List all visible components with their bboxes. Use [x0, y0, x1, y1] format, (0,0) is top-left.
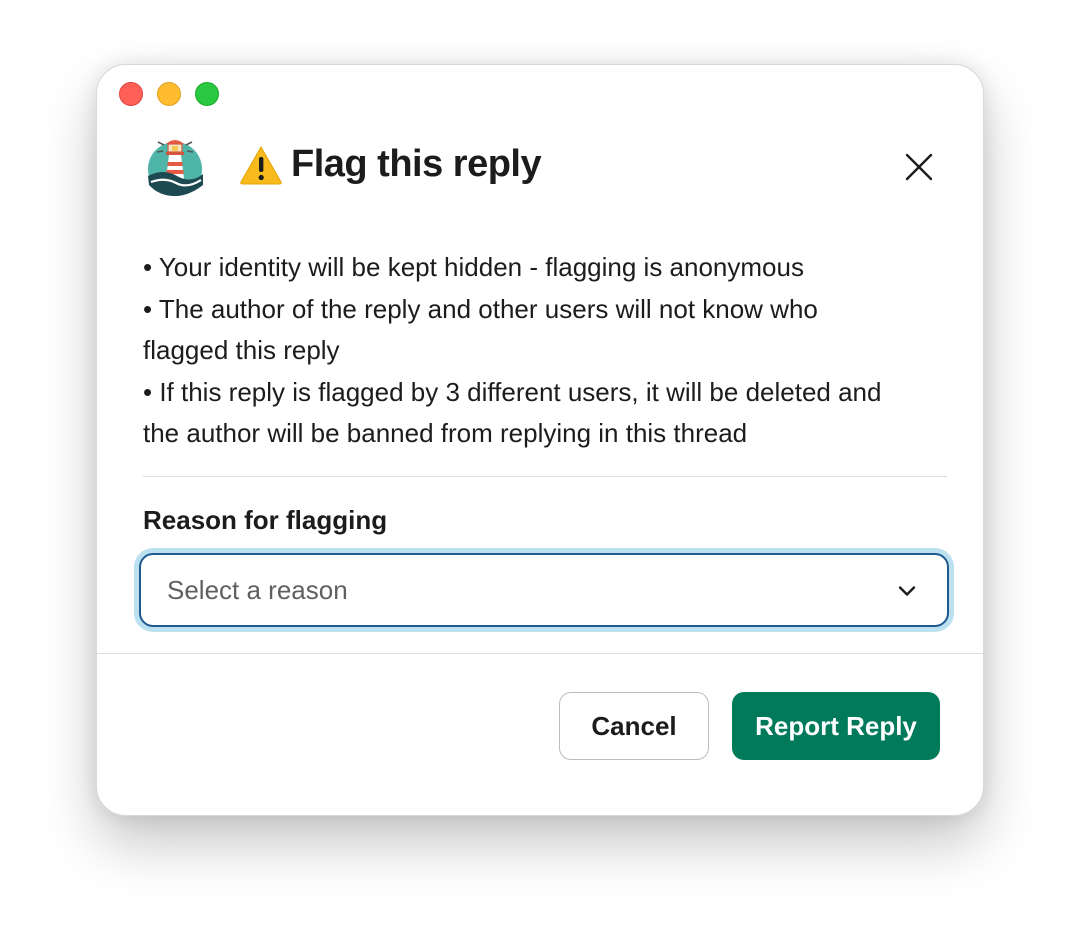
info-line: • If this reply is flagged by 3 differen… [143, 376, 882, 407]
info-line: • The author of the reply and other user… [143, 293, 818, 324]
dialog-close-button[interactable] [899, 147, 939, 187]
window-zoom-button[interactable] [195, 82, 219, 106]
window-minimize-button[interactable] [157, 82, 181, 106]
info-line: the author will be banned from replying … [143, 418, 748, 448]
info-line: flagged this reply [143, 335, 340, 365]
reason-select[interactable]: Select a reason [139, 553, 949, 627]
reason-select-placeholder: Select a reason [167, 575, 348, 605]
reason-label: Reason for flagging [143, 505, 388, 535]
lighthouse-logo-icon [148, 140, 203, 196]
flag-reply-dialog: Flag this reply • Your identity will be … [96, 64, 984, 816]
desktop-background: Flag this reply • Your identity will be … [0, 0, 1080, 943]
title-row: Flag this reply [239, 143, 542, 186]
dialog-header: Flag this reply [143, 133, 943, 203]
info-bullets: • Your identity will be kept hidden - fl… [143, 247, 963, 455]
cancel-button[interactable]: Cancel [559, 692, 709, 760]
close-icon [905, 153, 933, 181]
section-divider [143, 476, 947, 477]
dialog-title: Flag this reply [291, 143, 542, 185]
footer-divider [97, 653, 983, 654]
chevron-down-icon [898, 586, 916, 596]
window-close-button[interactable] [119, 82, 143, 106]
report-reply-button[interactable]: Report Reply [732, 692, 940, 760]
window-controls [119, 82, 219, 106]
warning-icon [240, 145, 282, 184]
info-line: • Your identity will be kept hidden - fl… [143, 252, 804, 282]
